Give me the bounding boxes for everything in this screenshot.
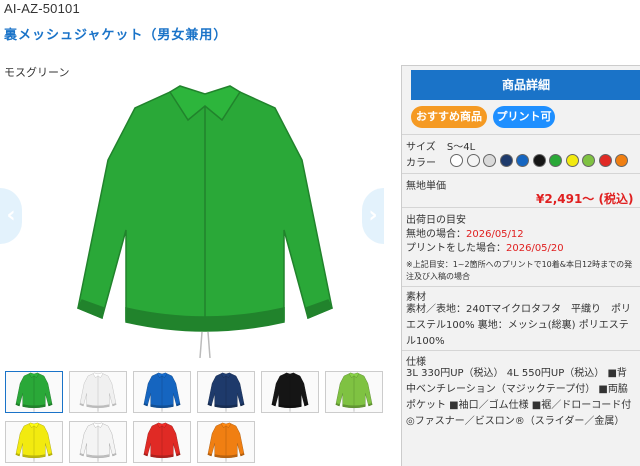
product-code: AI-AZ-50101	[4, 1, 80, 16]
prev-image-button[interactable]: ‹	[0, 188, 22, 244]
product-title: 裏メッシュジャケット（男女兼用）	[4, 28, 228, 43]
size-row: サイズ S〜4L	[406, 138, 636, 153]
thumbnail-jacket-image	[335, 372, 373, 412]
divider	[402, 286, 640, 287]
color-swatch[interactable]	[499, 154, 513, 167]
thumbnail-jacket-image	[15, 372, 53, 412]
thumbnail-jacket-image	[207, 372, 245, 412]
thumbnail[interactable]	[5, 421, 63, 463]
divider	[402, 207, 640, 208]
chevron-right-icon: ›	[368, 203, 378, 228]
color-swatch[interactable]	[598, 154, 612, 167]
recommended-tag[interactable]: おすすめ商品	[411, 106, 487, 128]
thumbnail-jacket-image	[15, 422, 53, 462]
jacket-shape	[199, 331, 211, 359]
product-info-panel: 商品詳細 おすすめ商品 プリント可 サイズ S〜4L カラー 無地単価 ¥2,4…	[401, 65, 640, 466]
thumbnail-jacket-image	[271, 372, 309, 412]
product-detail-button[interactable]: 商品詳細	[411, 70, 640, 100]
divider	[402, 173, 640, 174]
color-caption: モスグリーン	[4, 66, 70, 79]
spec-text: 3L 330円UP（税込） 4L 550円UP（税込） ■背中ベンチレーション（…	[406, 368, 632, 427]
thumbnail[interactable]	[69, 371, 127, 413]
color-swatch[interactable]	[582, 154, 595, 167]
shipping-label: 出荷日の目安	[406, 215, 466, 226]
print-date: 2026/05/20	[506, 243, 564, 254]
print-label: プリントをした場合：	[406, 243, 506, 254]
thumbnail[interactable]	[5, 371, 63, 413]
material-text: 素材／表地：240Tマイクロタフタ 平織り ポリエステル100% 裏地：メッシュ…	[406, 304, 631, 347]
color-swatch[interactable]	[532, 154, 546, 167]
material-label: 素材	[406, 292, 426, 303]
price-value: ¥2,491〜 (税込)	[536, 192, 634, 206]
shipping-plain-row: 無地の場合：2026/05/12	[406, 225, 636, 240]
thumbnail-jacket-image	[143, 372, 181, 412]
divider	[402, 134, 640, 135]
color-swatch[interactable]	[450, 154, 463, 167]
chevron-left-icon: ‹	[6, 203, 16, 228]
shipping-note: ※上記目安：1~2箇所へのプリントで10着&本日12時までの発注及び入稿の場合	[406, 260, 633, 281]
size-label: サイズ	[406, 142, 436, 153]
color-swatch[interactable]	[565, 154, 579, 167]
divider	[402, 350, 640, 351]
color-swatch[interactable]	[615, 154, 628, 167]
thumbnail-jacket-image	[79, 372, 117, 412]
printable-tag[interactable]: プリント可	[493, 106, 555, 128]
thumbnail[interactable]	[133, 371, 191, 413]
next-image-button[interactable]: ›	[362, 188, 384, 244]
size-value: S〜4L	[446, 142, 476, 153]
thumbnail[interactable]	[69, 421, 127, 463]
thumbnail[interactable]	[133, 421, 191, 463]
thumbnail[interactable]	[325, 371, 383, 413]
thumbnail[interactable]	[197, 421, 255, 463]
color-swatch[interactable]	[483, 154, 496, 167]
thumbnail-jacket-image	[207, 422, 245, 462]
thumbnail[interactable]	[197, 371, 255, 413]
color-swatch[interactable]	[466, 154, 480, 167]
thumbnail-jacket-image	[79, 422, 117, 462]
color-swatch[interactable]	[549, 154, 562, 167]
thumbnail[interactable]	[261, 371, 319, 413]
shipping-print-row: プリントをした場合：2026/05/20	[406, 239, 636, 254]
color-swatch[interactable]	[516, 154, 529, 167]
product-main-image	[76, 85, 334, 359]
thumbnail-jacket-image	[143, 422, 181, 462]
